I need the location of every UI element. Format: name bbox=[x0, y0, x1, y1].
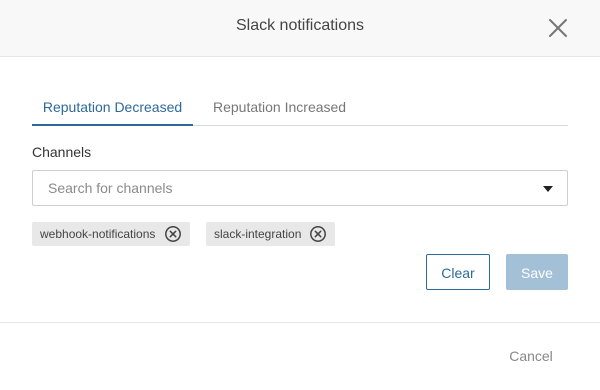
channel-chip-label: slack-integration bbox=[214, 227, 302, 241]
channel-search-input[interactable] bbox=[33, 171, 533, 205]
close-icon[interactable] bbox=[546, 16, 570, 40]
slack-notifications-dialog: Slack notifications Reputation Decreased… bbox=[0, 0, 600, 390]
circle-x-icon[interactable] bbox=[164, 225, 182, 243]
tab-reputation-decreased[interactable]: Reputation Decreased bbox=[32, 88, 193, 126]
circle-x-icon[interactable] bbox=[309, 225, 327, 243]
channel-chip: slack-integration bbox=[206, 222, 335, 246]
channel-chip-label: webhook-notifications bbox=[40, 227, 156, 241]
cancel-button[interactable]: Cancel bbox=[496, 348, 566, 368]
channel-chip: webhook-notifications bbox=[32, 222, 190, 246]
save-button[interactable]: Save bbox=[506, 254, 568, 290]
footer-divider bbox=[0, 322, 600, 323]
dialog-header: Slack notifications bbox=[0, 0, 600, 57]
tab-reputation-increased[interactable]: Reputation Increased bbox=[213, 88, 346, 126]
channels-select[interactable] bbox=[32, 170, 568, 206]
clear-button[interactable]: Clear bbox=[426, 254, 490, 290]
channels-label: Channels bbox=[32, 144, 92, 160]
dialog-title: Slack notifications bbox=[235, 17, 365, 34]
caret-down-icon[interactable] bbox=[543, 186, 553, 192]
notification-tabs: Reputation Decreased Reputation Increase… bbox=[32, 88, 568, 126]
